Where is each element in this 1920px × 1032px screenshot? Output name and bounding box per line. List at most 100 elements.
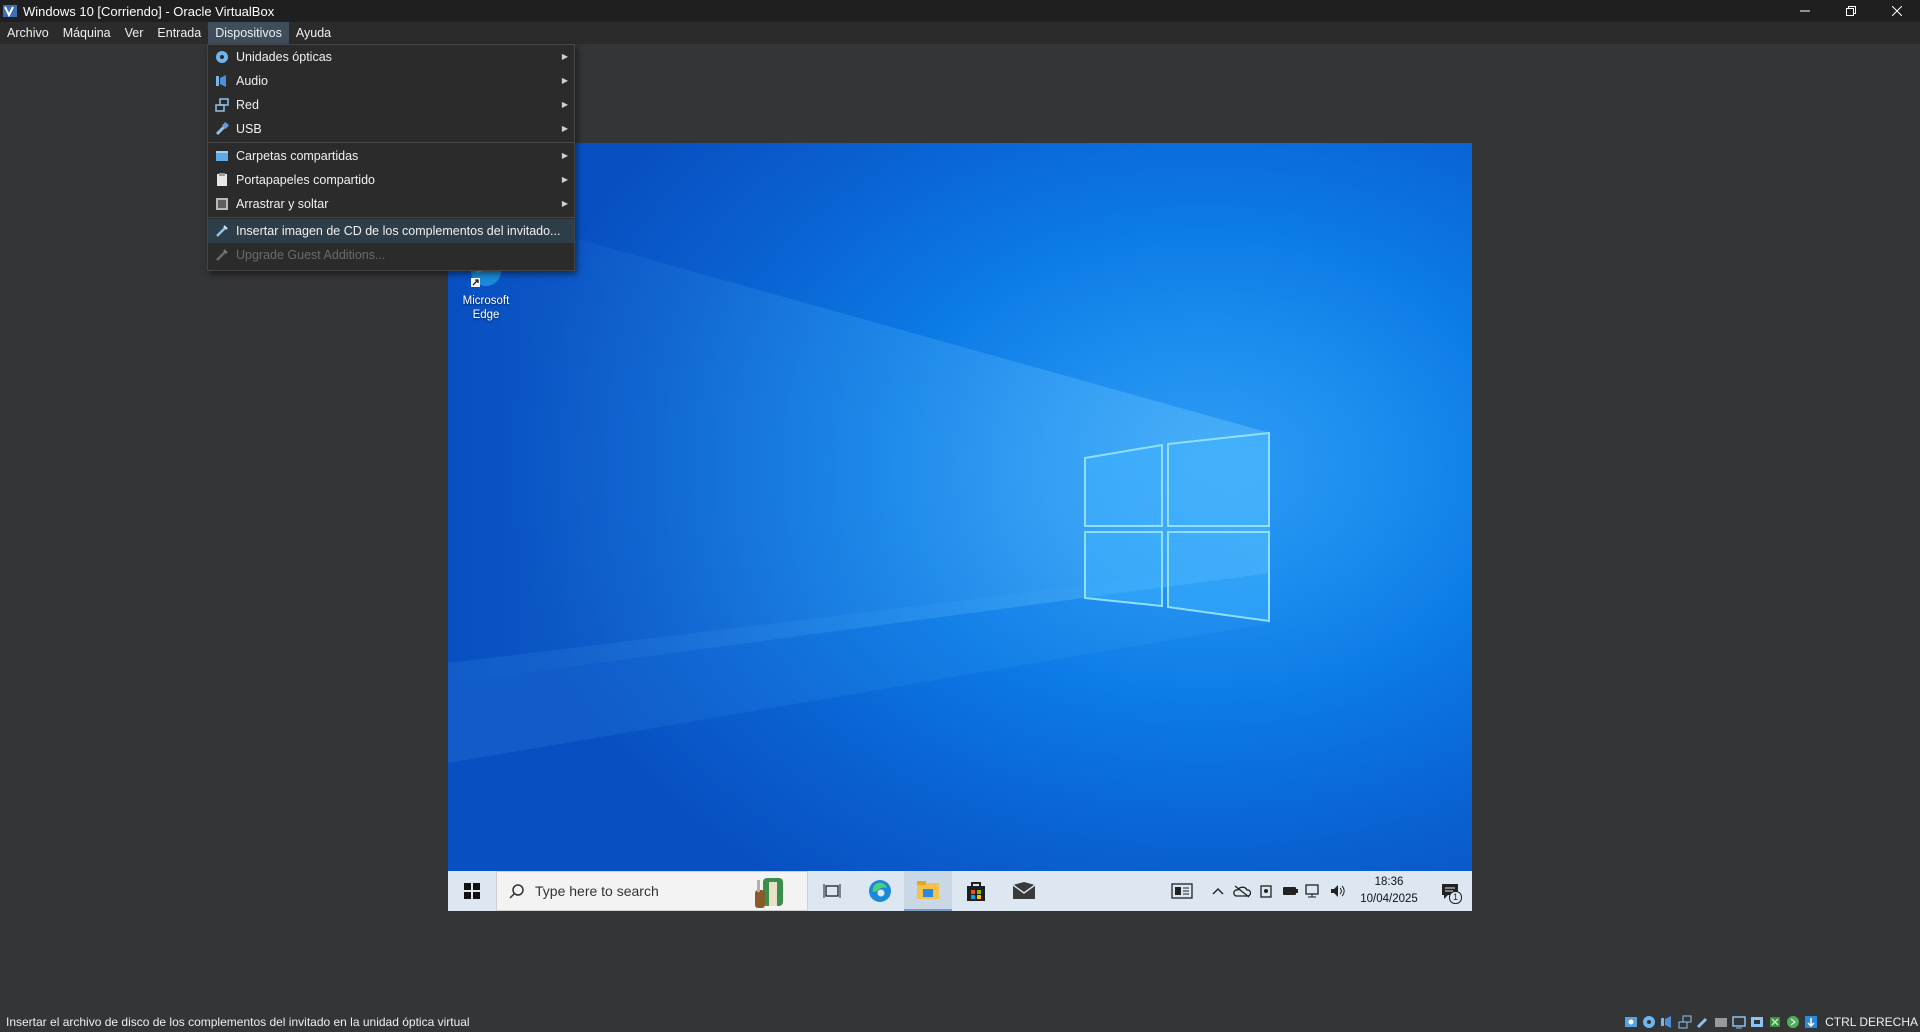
desktop-icon-label-line2: Edge [472, 309, 500, 321]
tray-onedrive-button[interactable] [1230, 871, 1254, 911]
minimize-button[interactable] [1782, 0, 1828, 22]
taskbar-edge-button[interactable] [856, 871, 904, 911]
display-status-icon[interactable] [1731, 1014, 1747, 1030]
menu-ver[interactable]: Ver [118, 22, 151, 44]
menu-item-insert-guest-additions[interactable]: Insertar imagen de CD de los complemento… [208, 219, 574, 243]
menu-item-network[interactable]: Red ▶ [208, 93, 574, 117]
status-message: Insertar el archivo de disco de los comp… [6, 1015, 470, 1029]
audio-status-icon[interactable] [1659, 1014, 1675, 1030]
window-titlebar: Windows 10 [Corriendo] - Oracle VirtualB… [0, 0, 1920, 22]
onedrive-offline-icon [1233, 885, 1251, 898]
tray-volume-button[interactable] [1326, 871, 1350, 911]
guest-taskbar: Type here to search 18:36 10/04/2025 1 [448, 871, 1472, 911]
menu-item-label: Arrastrar y soltar [236, 197, 329, 211]
menu-item-label: Insertar imagen de CD de los complemento… [236, 224, 561, 238]
drag-drop-icon [214, 196, 230, 212]
menu-archivo[interactable]: Archivo [0, 22, 56, 44]
news-icon [1171, 883, 1193, 899]
submenu-arrow-icon: ▶ [561, 100, 568, 109]
tray-device-button[interactable] [1254, 871, 1278, 911]
menu-item-label: Upgrade Guest Additions... [236, 248, 386, 262]
search-placeholder: Type here to search [535, 883, 659, 899]
menu-separator [208, 142, 574, 143]
window-title: Windows 10 [Corriendo] - Oracle VirtualB… [23, 3, 275, 19]
menu-item-label: Carpetas compartidas [236, 149, 359, 163]
taskbar-file-explorer-button[interactable] [904, 871, 952, 911]
optical-drive-status-icon[interactable] [1641, 1014, 1657, 1030]
task-view-icon [823, 884, 841, 898]
network-icon [214, 97, 230, 113]
windows-start-icon [464, 883, 480, 899]
menu-item-shared-folders[interactable]: Carpetas compartidas ▶ [208, 144, 574, 168]
optical-disc-icon [214, 49, 230, 65]
menu-item-audio[interactable]: Audio ▶ [208, 69, 574, 93]
restore-icon [1846, 6, 1856, 16]
menu-maquina[interactable]: Máquina [56, 22, 118, 44]
network-icon [1305, 884, 1319, 898]
start-button[interactable] [448, 871, 496, 911]
shared-folder-icon [214, 148, 230, 164]
cpu-virtualization-status-icon[interactable] [1767, 1014, 1783, 1030]
notification-count-badge: 1 [1449, 891, 1462, 904]
mouse-integration-status-icon[interactable] [1785, 1014, 1801, 1030]
search-icon [509, 884, 524, 899]
submenu-arrow-icon: ▶ [561, 76, 568, 85]
recording-status-icon[interactable] [1749, 1014, 1765, 1030]
menubar: Archivo Máquina Ver Entrada Dispositivos… [0, 22, 1920, 44]
menu-item-label: USB [236, 122, 262, 136]
hard-disk-status-icon[interactable] [1623, 1014, 1639, 1030]
close-icon [1892, 6, 1902, 16]
menu-item-shared-clipboard[interactable]: Portapapeles compartido ▶ [208, 168, 574, 192]
menu-item-label: Portapapeles compartido [236, 173, 375, 187]
news-widget-button[interactable] [1158, 871, 1206, 911]
menu-item-usb[interactable]: USB ▶ [208, 117, 574, 141]
mail-icon [1012, 882, 1036, 899]
minimize-icon [1800, 10, 1810, 12]
keyboard-capture-status-icon[interactable] [1803, 1014, 1819, 1030]
menu-item-drag-and-drop[interactable]: Arrastrar y soltar ▶ [208, 192, 574, 216]
submenu-arrow-icon: ▶ [561, 124, 568, 133]
search-highlight-golf-icon [755, 878, 783, 908]
action-center-button[interactable]: 1 [1428, 871, 1472, 911]
taskbar-mail-button[interactable] [1000, 871, 1048, 911]
taskbar-clock[interactable]: 18:36 10/04/2025 [1350, 874, 1428, 908]
usb-icon [214, 121, 230, 137]
clipboard-icon [214, 172, 230, 188]
network-status-icon[interactable] [1677, 1014, 1693, 1030]
submenu-arrow-icon: ▶ [561, 52, 568, 61]
system-tray: 18:36 10/04/2025 1 [1158, 871, 1472, 911]
close-button[interactable] [1874, 0, 1920, 22]
file-explorer-icon [917, 881, 939, 899]
vm-display[interactable]: Microsoft Edge Type here to search 18:36… [448, 143, 1472, 911]
menu-item-label: Audio [236, 74, 268, 88]
statusbar: Insertar el archivo de disco de los comp… [0, 1012, 1920, 1032]
menu-item-label: Unidades ópticas [236, 50, 332, 64]
tray-power-button[interactable] [1278, 871, 1302, 911]
windows-wallpaper [448, 203, 1270, 763]
menu-item-upgrade-guest-additions: Upgrade Guest Additions... [208, 243, 574, 267]
menu-dispositivos[interactable]: Dispositivos [208, 22, 289, 44]
menu-item-optical-drives[interactable]: Unidades ópticas ▶ [208, 45, 574, 69]
volume-icon [1331, 885, 1345, 897]
tray-network-button[interactable] [1302, 871, 1326, 911]
show-hidden-icons-button[interactable] [1206, 871, 1230, 911]
usb-status-icon[interactable] [1695, 1014, 1711, 1030]
desktop-icon-label-line1: Microsoft [462, 295, 510, 307]
power-icon [1283, 887, 1298, 895]
submenu-arrow-icon: ▶ [561, 199, 568, 208]
shared-folders-status-icon[interactable] [1713, 1014, 1729, 1030]
menu-separator [208, 217, 574, 218]
clock-date: 10/04/2025 [1360, 893, 1418, 905]
restore-button[interactable] [1828, 0, 1874, 22]
taskbar-search-box[interactable]: Type here to search [496, 871, 808, 911]
menu-item-label: Red [236, 98, 259, 112]
edge-icon [869, 880, 891, 902]
menu-entrada[interactable]: Entrada [150, 22, 208, 44]
submenu-arrow-icon: ▶ [561, 151, 568, 160]
menu-ayuda[interactable]: Ayuda [289, 22, 338, 44]
taskbar-store-button[interactable] [952, 871, 1000, 911]
submenu-arrow-icon: ▶ [561, 175, 568, 184]
guest-additions-icon [214, 223, 230, 239]
task-view-button[interactable] [808, 871, 856, 911]
chevron-up-icon [1212, 888, 1224, 895]
